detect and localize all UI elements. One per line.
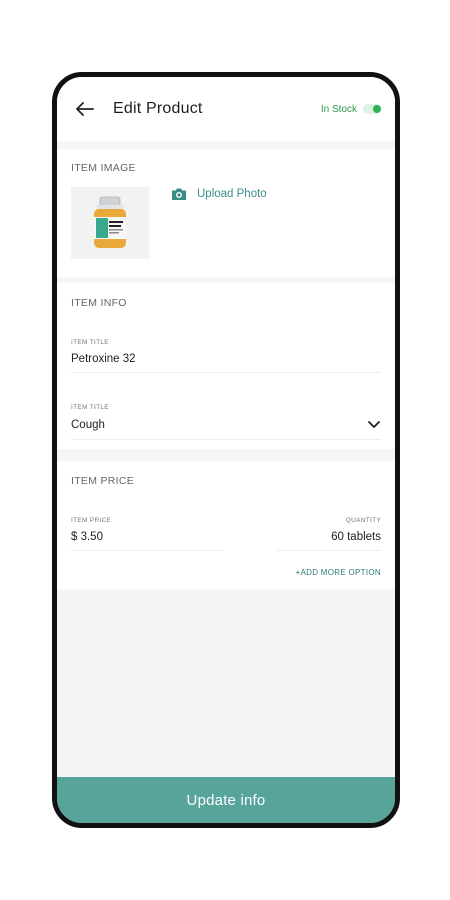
item-price-label: ITEM PRICE xyxy=(71,517,112,524)
upload-photo-button[interactable]: Upload Photo xyxy=(171,187,267,201)
section-title-item-price: ITEM PRICE xyxy=(71,475,135,487)
chevron-down-icon[interactable] xyxy=(367,418,381,432)
stock-toggle[interactable] xyxy=(363,104,381,114)
phone-frame: Edit Product In Stock ITEM IMAGE Upload … xyxy=(52,72,400,828)
toggle-knob xyxy=(373,105,381,113)
page-title: Edit Product xyxy=(113,100,203,117)
update-info-button[interactable]: Update info xyxy=(57,777,395,823)
arrow-left-icon xyxy=(76,102,94,116)
quantity-field[interactable]: QUANTITY 60 tablets xyxy=(277,517,381,551)
item-category-value: Cough xyxy=(71,419,105,431)
section-title-item-info: ITEM INFO xyxy=(71,297,127,309)
item-info-section: ITEM INFO ITEM TITLE Petroxine 32 ITEM T… xyxy=(57,283,395,449)
item-price-field[interactable]: ITEM PRICE $ 3.50 xyxy=(71,517,223,551)
pill-bottle-image xyxy=(94,196,126,248)
item-category-field[interactable]: ITEM TITLE Cough xyxy=(71,404,381,440)
item-price-section: ITEM PRICE ITEM PRICE $ 3.50 QUANTITY 60… xyxy=(57,461,395,589)
quantity-label: QUANTITY xyxy=(345,517,381,524)
camera-icon xyxy=(172,188,186,200)
item-title-field[interactable]: ITEM TITLE Petroxine 32 xyxy=(71,339,381,373)
stock-status: In Stock xyxy=(321,104,381,115)
item-title-label: ITEM TITLE xyxy=(71,339,109,346)
item-price-input[interactable]: $ 3.50 xyxy=(71,531,223,551)
item-category-select[interactable]: Cough xyxy=(71,418,381,440)
item-category-label: ITEM TITLE xyxy=(71,404,109,411)
section-title-item-image: ITEM IMAGE xyxy=(71,162,136,174)
item-title-input[interactable]: Petroxine 32 xyxy=(71,353,381,373)
quantity-input[interactable]: 60 tablets xyxy=(277,531,381,551)
product-thumbnail[interactable] xyxy=(71,187,149,259)
app-header: Edit Product In Stock xyxy=(57,77,395,141)
stock-label: In Stock xyxy=(320,103,357,115)
add-more-option-link[interactable]: +ADD MORE OPTION xyxy=(296,568,381,577)
back-button[interactable] xyxy=(71,95,99,123)
item-image-section: ITEM IMAGE Upload Photo xyxy=(57,149,395,277)
upload-photo-label: Upload Photo xyxy=(197,188,267,200)
